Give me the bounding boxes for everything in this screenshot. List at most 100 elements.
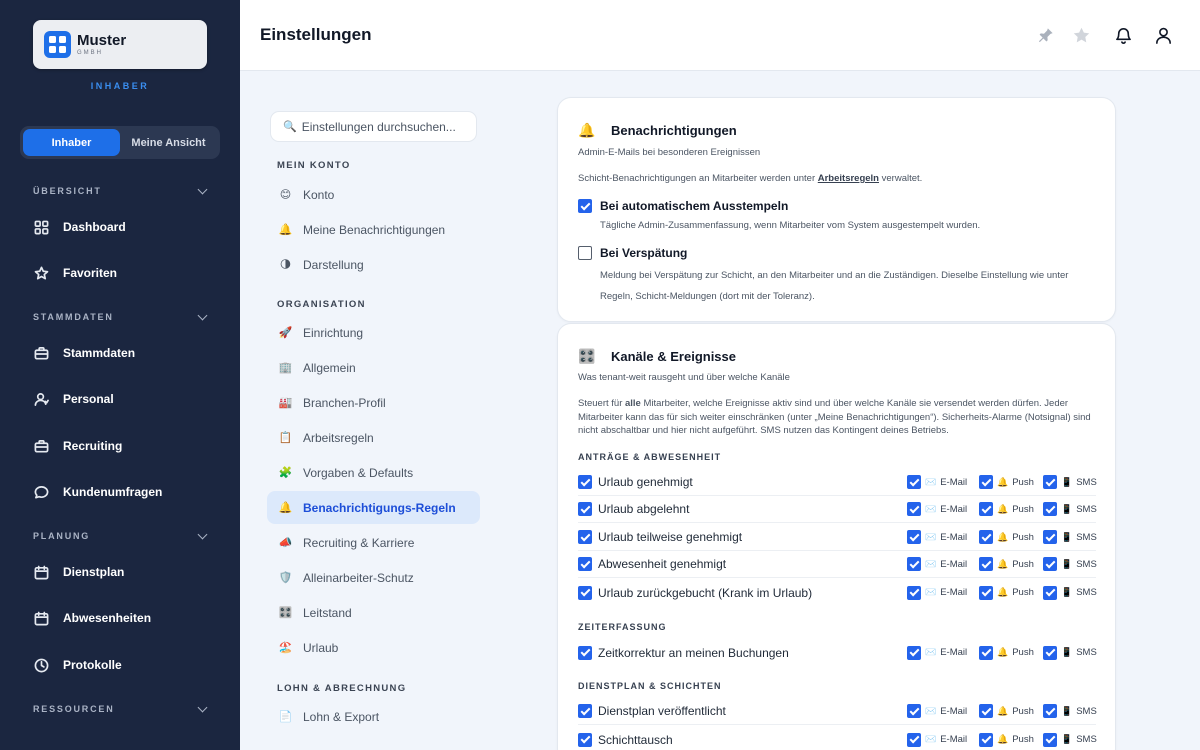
settings-item-arbeitsregeln[interactable]: 📋 Arbeitsregeln xyxy=(267,421,480,454)
phone-icon: 📱 xyxy=(1061,647,1073,657)
control-knobs-icon: 🎛️ xyxy=(278,607,293,619)
brand-subtitle: GMBH xyxy=(77,50,103,56)
event-checkbox[interactable] xyxy=(578,502,592,516)
event-row: Schichttausch ✉️ E-Mail 🔔 Push 📱 SMS xyxy=(578,726,1097,750)
pin-icon[interactable] xyxy=(1034,24,1056,46)
card-subtitle: Admin-E-Mails bei besonderen Ereignissen xyxy=(578,147,761,158)
sms-checkbox[interactable] xyxy=(1043,475,1057,489)
push-checkbox[interactable] xyxy=(979,475,993,489)
sms-checkbox[interactable] xyxy=(1043,704,1057,718)
push-checkbox[interactable] xyxy=(979,502,993,516)
settings-item-leitstand[interactable]: 🎛️ Leitstand xyxy=(267,596,480,629)
bell-icon[interactable] xyxy=(1112,24,1134,46)
arbeitsregeln-link[interactable]: Arbeitsregeln xyxy=(818,173,879,184)
star-icon[interactable] xyxy=(1070,24,1092,46)
event-checkbox[interactable] xyxy=(578,475,592,489)
checkbox-unchecked[interactable] xyxy=(578,246,592,260)
settings-item-recruiting-karriere[interactable]: 📣 Recruiting & Karriere xyxy=(267,526,480,559)
beach-icon: 🏖️ xyxy=(278,642,293,654)
channel-sms: 📱 SMS xyxy=(1043,585,1097,600)
event-checkbox[interactable] xyxy=(578,704,592,718)
chevron-down-icon xyxy=(197,184,208,194)
email-checkbox[interactable] xyxy=(907,645,921,660)
chevron-down-icon xyxy=(197,310,208,320)
sidebar-item-dashboard[interactable]: Dashboard xyxy=(33,213,223,241)
settings-item-darstellung[interactable]: 🌗 Darstellung xyxy=(267,248,480,281)
settings-item-allgemein[interactable]: 🏢 Allgemein xyxy=(267,351,480,384)
view-toggle-meine-ansicht[interactable]: Meine Ansicht xyxy=(120,129,217,156)
channel-email: ✉️ E-Mail xyxy=(907,732,979,747)
view-toggle-inhaber[interactable]: Inhaber xyxy=(23,129,120,156)
sidebar-item-personal[interactable]: Personal xyxy=(33,385,223,413)
sms-checkbox[interactable] xyxy=(1043,530,1057,544)
sidebar-item-recruiting[interactable]: Recruiting xyxy=(33,432,223,460)
option-auto-ausstempeln[interactable]: Bei automatischem Ausstempeln xyxy=(578,199,788,213)
push-checkbox[interactable] xyxy=(979,530,993,544)
sidebar-section-ressourcen[interactable]: RESSOURCEN xyxy=(33,702,209,714)
channel-push: 🔔 Push xyxy=(979,502,1043,516)
user-icon[interactable] xyxy=(1152,24,1174,46)
event-checkbox[interactable] xyxy=(578,530,592,544)
settings-item-urlaub[interactable]: 🏖️ Urlaub xyxy=(267,631,480,664)
push-checkbox[interactable] xyxy=(979,557,993,571)
event-checkbox[interactable] xyxy=(578,732,592,747)
event-checkbox[interactable] xyxy=(578,645,592,660)
sidebar-item-dienstplan[interactable]: Dienstplan xyxy=(33,558,223,586)
settings-item-meine-benachrichtigungen[interactable]: 🔔 Meine Benachrichtigungen xyxy=(267,213,480,246)
event-checkbox[interactable] xyxy=(578,585,592,600)
option-verspaetung[interactable]: Bei Verspätung xyxy=(578,246,687,260)
sidebar-item-label: Abwesenheiten xyxy=(63,611,152,625)
email-checkbox[interactable] xyxy=(907,557,921,571)
push-checkbox[interactable] xyxy=(979,704,993,718)
sms-checkbox[interactable] xyxy=(1043,645,1057,660)
email-checkbox[interactable] xyxy=(907,475,921,489)
sms-checkbox[interactable] xyxy=(1043,502,1057,516)
email-checkbox[interactable] xyxy=(907,704,921,718)
sms-checkbox[interactable] xyxy=(1043,732,1057,747)
channel-push: 🔔 Push xyxy=(979,557,1043,571)
sidebar-section-planung[interactable]: PLANUNG xyxy=(33,529,209,541)
push-checkbox[interactable] xyxy=(979,732,993,747)
building-icon: 🏢 xyxy=(278,362,293,374)
checkbox-checked[interactable] xyxy=(578,199,592,213)
channel-push: 🔔 Push xyxy=(979,530,1043,544)
push-checkbox[interactable] xyxy=(979,585,993,600)
sms-checkbox[interactable] xyxy=(1043,585,1057,600)
settings-item-vorgaben-defaults[interactable]: 🧩 Vorgaben & Defaults xyxy=(267,456,480,489)
chevron-down-icon xyxy=(197,529,208,539)
event-row: Zeitkorrektur an meinen Buchungen ✉️ E-Mai… xyxy=(578,639,1097,666)
settings-item-lohn-export[interactable]: 📄 Lohn & Export xyxy=(267,700,480,733)
settings-search[interactable]: 🔍 xyxy=(270,111,477,142)
event-row: Urlaub abgelehnt ✉️ E-Mail 🔔 Push 📱 SMS xyxy=(578,496,1097,523)
sidebar-item-kundenumfragen[interactable]: Kundenumfragen xyxy=(33,478,223,506)
settings-item-alleinarbeiter-schutz[interactable]: 🛡️ Alleinarbeiter-Schutz xyxy=(267,561,480,594)
push-checkbox[interactable] xyxy=(979,645,993,660)
settings-item-branchen-profil[interactable]: 🏭 Branchen-Profil xyxy=(267,386,480,419)
sidebar-item-protokolle[interactable]: Protokolle xyxy=(33,651,223,679)
sidebar-item-abwesenheiten[interactable]: Abwesenheiten xyxy=(33,604,223,632)
search-input[interactable] xyxy=(301,119,462,134)
sidebar-section-stammdaten[interactable]: STAMMDATEN xyxy=(33,310,209,322)
brand-logo-icon xyxy=(44,31,71,58)
channel-email: ✉️ E-Mail xyxy=(907,530,979,544)
channel-email: ✉️ E-Mail xyxy=(907,557,979,571)
email-checkbox[interactable] xyxy=(907,530,921,544)
event-checkbox[interactable] xyxy=(578,557,592,571)
briefcase-icon xyxy=(33,438,49,454)
phone-icon: 📱 xyxy=(1061,531,1073,542)
sidebar-section-uebersicht[interactable]: ÜBERSICHT xyxy=(33,184,209,196)
settings-item-konto[interactable]: 😊 Konto xyxy=(267,178,480,211)
sidebar-item-favoriten[interactable]: Favoriten xyxy=(33,259,223,287)
email-checkbox[interactable] xyxy=(907,732,921,747)
sidebar-item-label: Recruiting xyxy=(63,439,123,453)
brand-logo-card[interactable]: Muster GMBH xyxy=(33,20,207,69)
settings-item-benachrichtigungs-regeln[interactable]: 🔔 Benachrichtigungs-Regeln xyxy=(267,491,480,524)
envelope-icon: ✉️ xyxy=(925,503,937,514)
sidebar-item-stammdaten[interactable]: Stammdaten xyxy=(33,339,223,367)
settings-item-einrichtung[interactable]: 🚀 Einrichtung xyxy=(267,316,480,349)
bell-icon: 🔔 xyxy=(278,224,293,236)
sms-checkbox[interactable] xyxy=(1043,557,1057,571)
email-checkbox[interactable] xyxy=(907,585,921,600)
envelope-icon: ✉️ xyxy=(925,705,937,716)
email-checkbox[interactable] xyxy=(907,502,921,516)
